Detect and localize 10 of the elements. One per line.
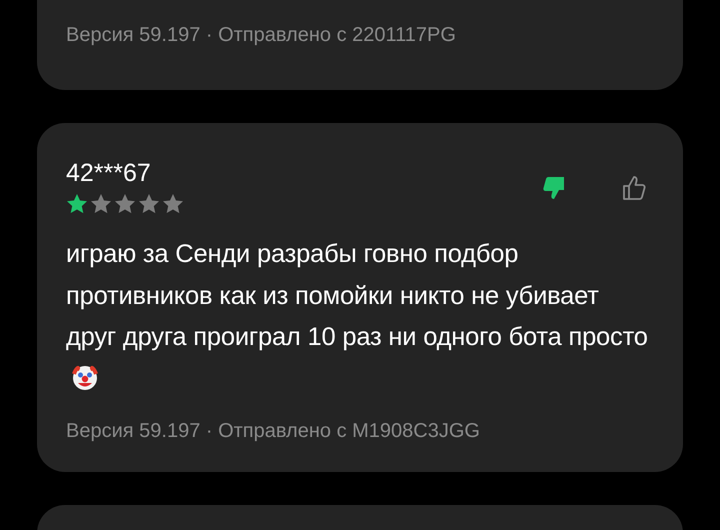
- reviewer-name: 42***67: [66, 159, 152, 187]
- empty-star-icon: [162, 193, 184, 214]
- empty-star-icon: [138, 193, 160, 214]
- review-meta: Версия 59.197 · Отправлено с M1908C3JGG: [66, 419, 481, 444]
- review-text: играю за Сенди разрабы говно подбор противников как из помойки никто не убивает друг друга проиграл 10 раз ни одного бота просто: [66, 240, 648, 351]
- empty-star-icon: [114, 193, 136, 214]
- empty-star-icon: [90, 193, 112, 214]
- filled-star-icon: [66, 193, 88, 214]
- clown-face-icon: [72, 364, 98, 390]
- review-meta: Версия 59.197 · Отправлено с 2201117PG: [66, 23, 457, 48]
